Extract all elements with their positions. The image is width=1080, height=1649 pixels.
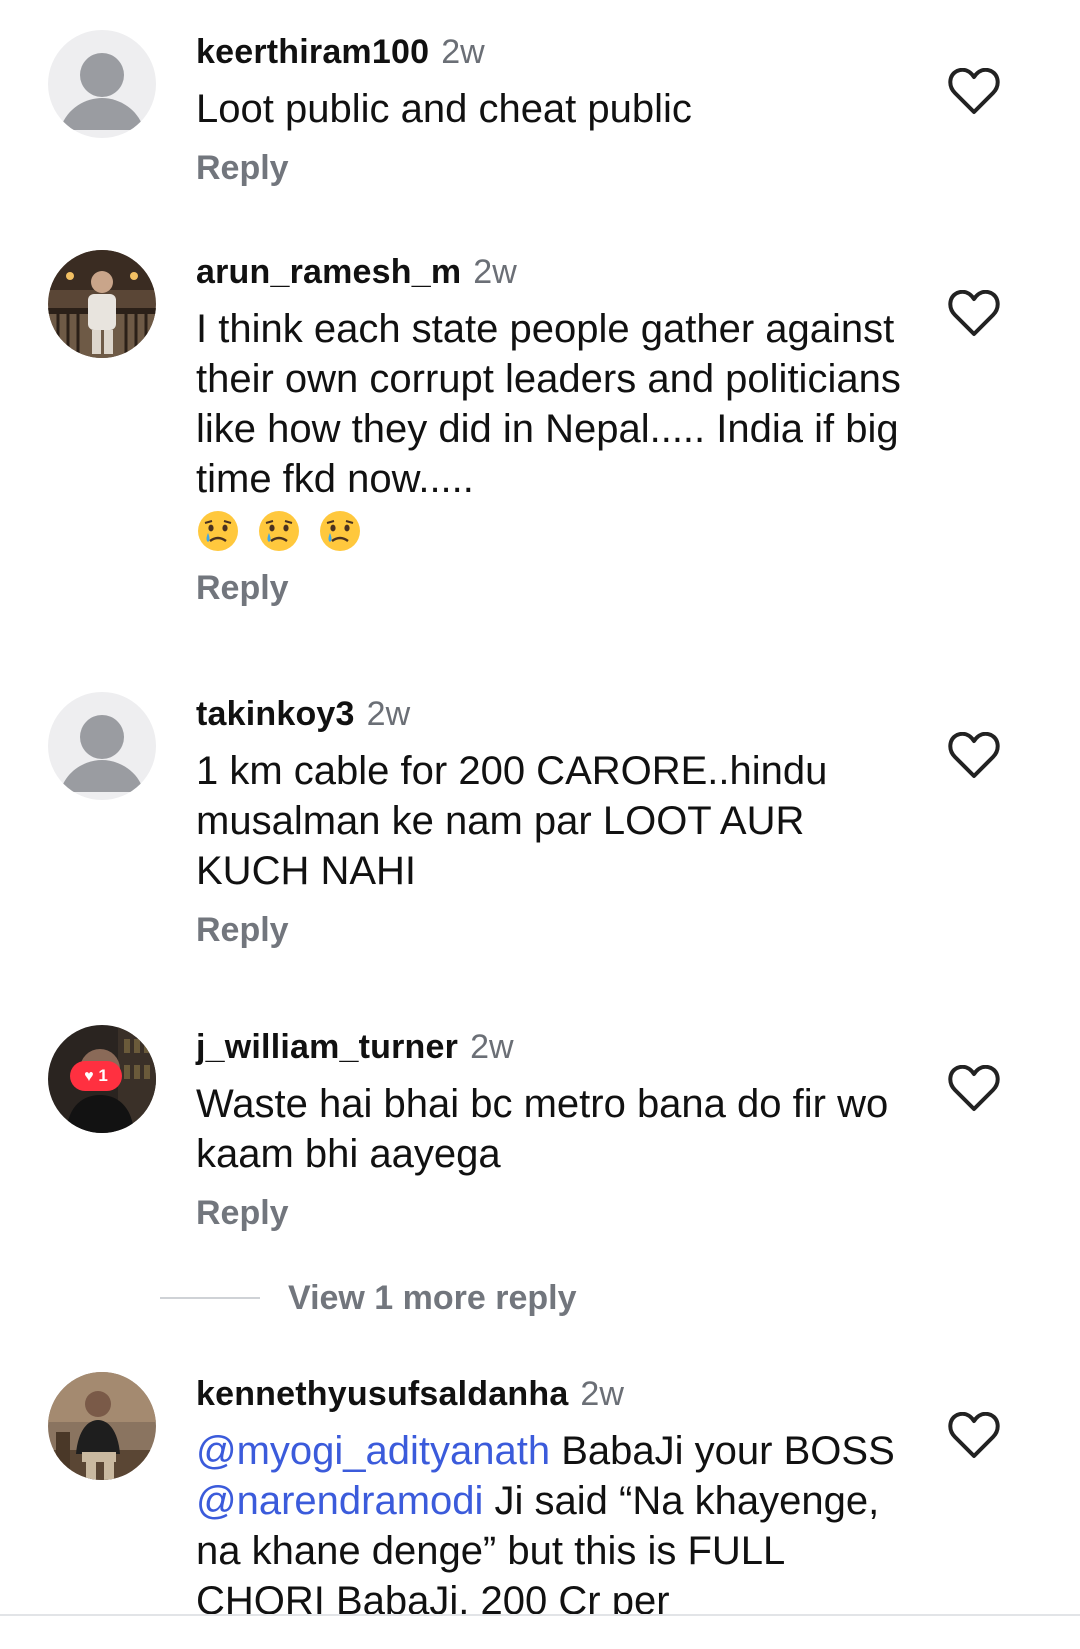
heart-icon[interactable] bbox=[948, 732, 1000, 780]
heart-icon[interactable] bbox=[948, 1412, 1000, 1460]
heart-icon[interactable] bbox=[948, 1065, 1000, 1113]
divider-line bbox=[160, 1297, 260, 1299]
crying-face-icon bbox=[320, 511, 361, 552]
crying-face-icon bbox=[259, 511, 300, 552]
comment-time: 2w bbox=[366, 695, 411, 733]
default-avatar-icon bbox=[60, 715, 144, 792]
comment-username[interactable]: keerthiram100 bbox=[196, 33, 429, 71]
reply-button[interactable]: Reply bbox=[196, 1191, 916, 1235]
reply-button[interactable]: Reply bbox=[196, 146, 916, 190]
mention-link[interactable]: @myogi_adityanath bbox=[196, 1429, 550, 1473]
crying-face-emojis bbox=[196, 504, 916, 554]
comment-username[interactable]: arun_ramesh_m bbox=[196, 253, 461, 291]
comment-time: 2w bbox=[441, 33, 485, 71]
comment-text: 1 km cable for 200 CARORE..hindu musalma… bbox=[196, 749, 828, 893]
view-more-replies-label[interactable]: View 1 more reply bbox=[288, 1279, 577, 1317]
comment-time: 2w bbox=[473, 253, 517, 291]
avatar[interactable] bbox=[48, 692, 156, 800]
reply-button[interactable]: Reply bbox=[196, 566, 916, 610]
comment-text: Loot public and cheat public bbox=[196, 87, 692, 131]
bottom-bar bbox=[0, 1616, 1080, 1649]
comment-text-part: BabaJi your BOSS bbox=[550, 1429, 895, 1473]
comment-username[interactable]: kennethyusufsaldanha bbox=[196, 1375, 568, 1413]
avatar[interactable] bbox=[48, 1372, 156, 1480]
comment-text: I think each state people gather against… bbox=[196, 307, 901, 501]
comment-text: Waste hai bhai bc metro bana do fir wo k… bbox=[196, 1082, 889, 1176]
reply-button[interactable]: Reply bbox=[196, 908, 916, 952]
default-avatar-icon bbox=[60, 53, 144, 130]
avatar[interactable] bbox=[48, 250, 156, 358]
comment-time: 2w bbox=[470, 1028, 514, 1066]
heart-icon[interactable] bbox=[948, 68, 1000, 116]
view-more-replies[interactable]: View 1 more reply bbox=[160, 1275, 577, 1321]
like-badge-count: 1 bbox=[98, 1066, 108, 1085]
heart-badge-icon: ♥ bbox=[84, 1068, 94, 1085]
profile-photo bbox=[48, 1372, 156, 1480]
comment-time: 2w bbox=[580, 1375, 624, 1413]
like-badge: ♥ 1 bbox=[70, 1061, 122, 1091]
comment-text: @myogi_adityanath BabaJi your BOSS @nare… bbox=[196, 1426, 916, 1614]
profile-photo bbox=[48, 250, 156, 358]
avatar[interactable]: ♥ 1 bbox=[48, 1025, 156, 1133]
comment-username[interactable]: takinkoy3 bbox=[196, 695, 355, 733]
mention-link[interactable]: @narendramodi bbox=[196, 1479, 483, 1523]
crying-face-icon bbox=[198, 511, 238, 552]
comment-username[interactable]: j_william_turner bbox=[196, 1028, 458, 1066]
heart-icon[interactable] bbox=[948, 290, 1000, 338]
avatar[interactable] bbox=[48, 30, 156, 138]
